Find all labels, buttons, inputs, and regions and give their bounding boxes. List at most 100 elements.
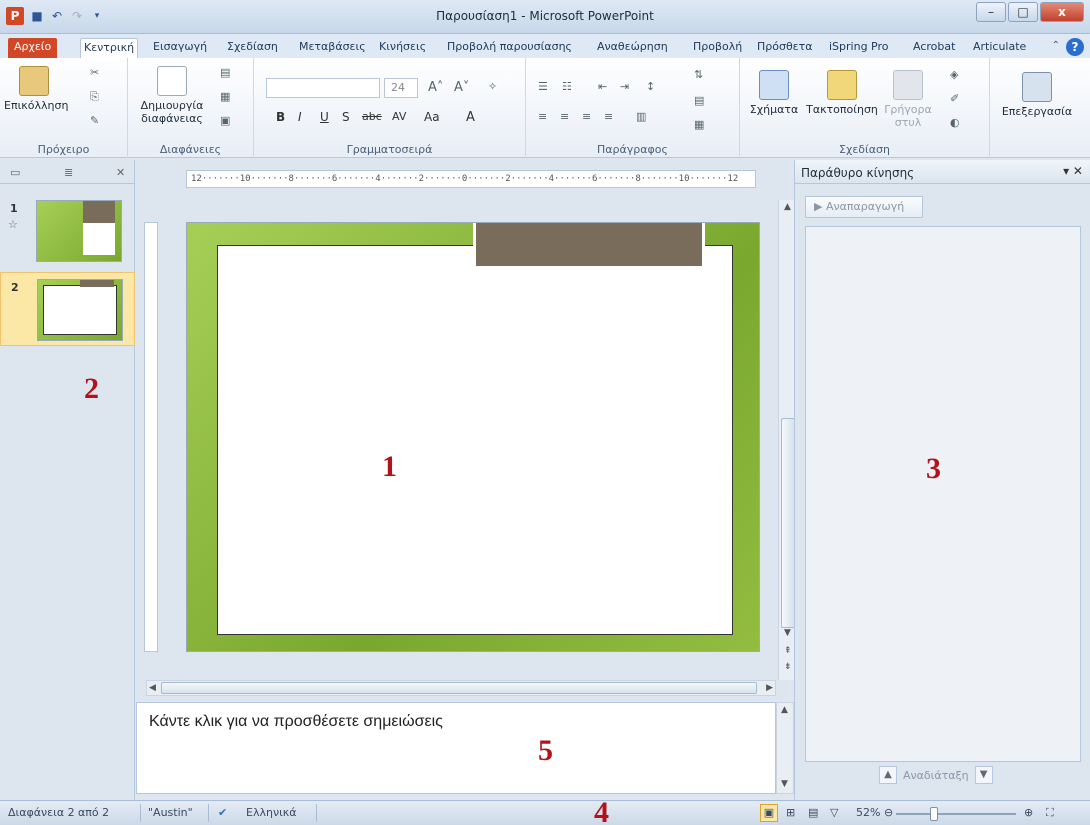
horizontal-scrollbar[interactable]: ◀ ▶ xyxy=(146,680,776,696)
scrollbar-thumb[interactable] xyxy=(781,418,795,628)
shape-fill-icon[interactable]: ◈ xyxy=(950,68,958,81)
align-center-icon[interactable]: ≡ xyxy=(560,110,569,123)
zoom-in-icon[interactable]: ⊕ xyxy=(1024,806,1033,819)
scroll-right-icon[interactable]: ▶ xyxy=(766,683,773,693)
tab-acrobat[interactable]: Acrobat xyxy=(910,38,958,58)
minimize-ribbon-icon[interactable]: ⌃ xyxy=(1052,40,1060,51)
grow-font-icon[interactable]: A˄ xyxy=(428,80,443,95)
change-case-icon[interactable]: Aa xyxy=(424,110,440,124)
shrink-font-icon[interactable]: A˅ xyxy=(454,80,469,95)
bold-icon[interactable]: B xyxy=(276,110,285,124)
font-name-combo[interactable] xyxy=(266,78,380,98)
shadow-icon[interactable]: S xyxy=(342,110,350,124)
shape-outline-icon[interactable]: ✐ xyxy=(950,92,959,105)
outline-tab-icon[interactable]: ≣ xyxy=(64,166,73,179)
tab-view[interactable]: Προβολή xyxy=(690,38,745,58)
decrease-indent-icon[interactable]: ⇤ xyxy=(598,80,607,93)
copy-icon[interactable]: ⎘ xyxy=(90,90,99,104)
help-icon[interactable]: ? xyxy=(1066,38,1084,56)
notes-scrollbar[interactable]: ▲ ▼ xyxy=(776,702,794,794)
slides-tab-icon[interactable]: ▭ xyxy=(10,166,20,179)
close-button[interactable]: x xyxy=(1040,2,1084,22)
font-size-combo[interactable]: 24 xyxy=(384,78,418,98)
slide-sorter-icon[interactable]: ⊞ xyxy=(786,806,795,819)
fit-to-window-icon[interactable]: ⛶ xyxy=(1046,806,1054,820)
zoom-slider[interactable] xyxy=(896,813,1016,815)
scroll-up-icon[interactable]: ▲ xyxy=(781,705,788,715)
tab-file[interactable]: Αρχείο xyxy=(8,38,58,58)
window-title: Παρουσίαση1 - Microsoft PowerPoint xyxy=(436,9,654,23)
slide-thumbnail-2[interactable]: 2 xyxy=(0,272,135,346)
scroll-left-icon[interactable]: ◀ xyxy=(149,683,156,693)
clear-format-icon[interactable]: ✧ xyxy=(488,80,497,93)
normal-view-icon[interactable]: ▣ xyxy=(760,804,778,822)
numbering-icon[interactable]: ☷ xyxy=(562,80,572,93)
italic-icon[interactable]: I xyxy=(298,110,302,124)
tab-animations[interactable]: Κινήσεις xyxy=(376,38,429,58)
animation-list[interactable] xyxy=(805,226,1081,762)
scroll-up-icon[interactable]: ▲ xyxy=(784,202,791,212)
bullets-icon[interactable]: ☰ xyxy=(538,80,548,93)
minimize-button[interactable]: – xyxy=(976,2,1006,22)
align-text-icon[interactable]: ▤ xyxy=(694,94,704,107)
paste-button[interactable]: Επικόλληση xyxy=(4,66,68,112)
reading-view-icon[interactable]: ▤ xyxy=(808,806,818,819)
align-left-icon[interactable]: ≡ xyxy=(538,110,547,123)
language-indicator[interactable]: Ελληνικά xyxy=(246,806,297,819)
tab-transitions[interactable]: Μεταβάσεις xyxy=(296,38,369,58)
increase-indent-icon[interactable]: ⇥ xyxy=(620,80,629,93)
new-slide-button[interactable]: Δημιουργία διαφάνειας xyxy=(132,66,212,125)
underline-icon[interactable]: U xyxy=(320,110,329,124)
quick-styles-button[interactable]: Γρήγορα στυλ xyxy=(880,70,936,129)
align-right-icon[interactable]: ≡ xyxy=(582,110,591,123)
reset-icon[interactable]: ▦ xyxy=(220,90,230,103)
format-painter-icon[interactable]: ✎ xyxy=(90,114,99,127)
notes-pane[interactable]: Κάντε κλικ για να προσθέσετε σημειώσεις xyxy=(136,702,776,794)
tab-review[interactable]: Αναθεώρηση xyxy=(594,38,671,58)
theme-name[interactable]: "Austin" xyxy=(148,806,193,819)
slide-content-area[interactable] xyxy=(217,245,733,635)
section-icon[interactable]: ▣ xyxy=(220,114,230,127)
char-spacing-icon[interactable]: AV xyxy=(392,110,406,123)
slide-canvas[interactable] xyxy=(186,222,760,652)
slide-thumbnail-1[interactable]: 1 ☆ xyxy=(0,194,135,268)
pane-options-icon[interactable]: ▾ ✕ xyxy=(1063,164,1083,178)
tab-insert[interactable]: Εισαγωγή xyxy=(150,38,210,58)
justify-icon[interactable]: ≡ xyxy=(604,110,613,123)
move-down-icon[interactable]: ▼ xyxy=(974,766,993,784)
zoom-level[interactable]: 52% xyxy=(856,806,880,819)
editing-button[interactable]: Επεξεργασία xyxy=(992,72,1082,118)
move-up-icon[interactable]: ▲ xyxy=(879,766,897,784)
layout-icon[interactable]: ▤ xyxy=(220,66,230,79)
scrollbar-thumb[interactable] xyxy=(161,682,757,694)
notes-placeholder[interactable]: Κάντε κλικ για να προσθέσετε σημειώσεις xyxy=(149,713,443,731)
smartart-icon[interactable]: ▦ xyxy=(694,118,704,131)
strikethrough-icon[interactable]: abc xyxy=(362,110,382,123)
play-button[interactable]: ▶ Αναπαραγωγή xyxy=(805,196,923,218)
tab-design[interactable]: Σχεδίαση xyxy=(224,38,281,58)
zoom-out-icon[interactable]: ⊖ xyxy=(884,806,893,819)
font-color-icon[interactable]: A xyxy=(466,110,475,125)
columns-icon[interactable]: ▥ xyxy=(636,110,646,123)
spellcheck-icon[interactable]: ✔ xyxy=(218,806,227,819)
tab-articulate[interactable]: Articulate xyxy=(970,38,1029,58)
cut-icon[interactable]: ✂ xyxy=(90,66,99,79)
previous-slide-icon[interactable]: ⇞ xyxy=(784,646,792,656)
arrange-button[interactable]: Τακτοποίηση xyxy=(804,70,880,116)
tab-home[interactable]: Κεντρική xyxy=(80,38,139,58)
tab-slideshow[interactable]: Προβολή παρουσίασης xyxy=(444,38,575,58)
slide-counter: Διαφάνεια 2 από 2 xyxy=(8,806,110,819)
next-slide-icon[interactable]: ⇟ xyxy=(784,662,792,672)
maximize-button[interactable]: □ xyxy=(1008,2,1038,22)
shape-effects-icon[interactable]: ◐ xyxy=(950,116,960,129)
text-direction-icon[interactable]: ⇅ xyxy=(694,68,703,81)
slideshow-icon[interactable]: ▽ xyxy=(830,806,838,819)
zoom-slider-knob[interactable] xyxy=(930,807,938,821)
tab-addins[interactable]: Πρόσθετα xyxy=(754,38,816,58)
scroll-down-icon[interactable]: ▼ xyxy=(781,779,788,789)
close-pane-icon[interactable]: ✕ xyxy=(116,166,125,179)
shapes-button[interactable]: Σχήματα xyxy=(746,70,802,116)
line-spacing-icon[interactable]: ↕ xyxy=(646,80,655,93)
scroll-down-icon[interactable]: ▼ xyxy=(784,628,791,638)
tab-ispring[interactable]: iSpring Pro xyxy=(826,38,892,58)
